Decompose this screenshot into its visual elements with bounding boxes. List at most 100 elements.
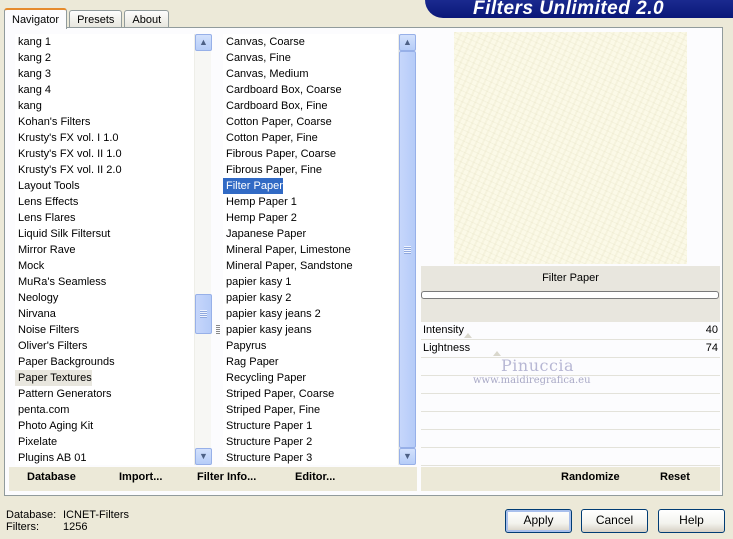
slider-label: Lightness: [423, 342, 471, 354]
list-toolbar: Database Import... Filter Info... Editor…: [9, 467, 417, 491]
slider-empty: [421, 430, 720, 448]
tab-navigator[interactable]: Navigator: [4, 8, 68, 29]
list-item[interactable]: Mirror Rave: [15, 242, 194, 258]
help-button[interactable]: Help: [658, 509, 725, 533]
filter-scroll-thumb[interactable]: [399, 51, 416, 448]
list-item[interactable]: Rag Paper: [223, 354, 398, 370]
list-item[interactable]: Cardboard Box, Coarse: [223, 82, 398, 98]
list-item[interactable]: Striped Paper, Coarse: [223, 386, 398, 402]
list-item[interactable]: Canvas, Fine: [223, 50, 398, 66]
import-button[interactable]: Import...: [119, 471, 162, 483]
list-item[interactable]: Mock: [15, 258, 194, 274]
list-item[interactable]: Nirvana: [15, 306, 194, 322]
category-scroll-up-button[interactable]: ▲: [195, 34, 212, 51]
list-item[interactable]: Cardboard Box, Fine: [223, 98, 398, 114]
list-item-label: Nirvana: [18, 308, 56, 320]
list-item[interactable]: Photo Aging Kit: [15, 418, 194, 434]
list-item[interactable]: Structure Paper 3: [223, 450, 398, 466]
list-item[interactable]: penta.com: [15, 402, 194, 418]
list-item[interactable]: kang 2: [15, 50, 194, 66]
editor-button[interactable]: Editor...: [295, 471, 335, 483]
randomize-button[interactable]: Randomize: [561, 471, 620, 483]
category-list[interactable]: kang 1 kang 2 kang 3 kang 4 kang Kohan's Filt…: [15, 34, 212, 465]
list-item[interactable]: papier kasy jeans 2: [223, 306, 398, 322]
list-item[interactable]: Filter Paper: [223, 178, 398, 194]
database-label: Database:: [6, 509, 57, 521]
tab-about[interactable]: About: [124, 10, 170, 28]
list-item[interactable]: Oliver's Filters: [15, 338, 194, 354]
filter-info-button[interactable]: Filter Info...: [197, 471, 256, 483]
list-item[interactable]: Krusty's FX vol. I 1.0: [15, 130, 194, 146]
list-item[interactable]: kang 3: [15, 66, 194, 82]
chevron-up-icon: ▲: [403, 37, 412, 47]
grip-icon: [200, 310, 207, 318]
list-item[interactable]: Striped Paper, Fine: [223, 402, 398, 418]
list-item[interactable]: Mineral Paper, Sandstone: [223, 258, 398, 274]
list-item-label: kang 3: [18, 68, 52, 80]
cancel-button[interactable]: Cancel: [581, 509, 648, 533]
tab-presets[interactable]: Presets: [69, 10, 123, 28]
list-item[interactable]: kang 4: [15, 82, 194, 98]
list-item[interactable]: Paper Textures: [15, 370, 194, 386]
slider-intensity[interactable]: Intensity 40: [421, 322, 720, 340]
list-item[interactable]: Structure Paper 2: [223, 434, 398, 450]
list-item-label: Layout Tools: [18, 180, 80, 192]
slider-knob[interactable]: [493, 351, 501, 356]
filter-scrollbar[interactable]: ▲ ▼: [398, 34, 416, 465]
list-item[interactable]: Pixelate: [15, 434, 194, 450]
list-item[interactable]: Cotton Paper, Coarse: [223, 114, 398, 130]
list-item[interactable]: Japanese Paper: [223, 226, 398, 242]
list-item[interactable]: Mineral Paper, Limestone: [223, 242, 398, 258]
list-item[interactable]: Krusty's FX vol. II 2.0: [15, 162, 194, 178]
progress-bar: [421, 291, 719, 299]
list-item[interactable]: Lens Flares: [15, 210, 194, 226]
list-item-label: Filter Paper: [223, 178, 283, 194]
list-item[interactable]: Kohan's Filters: [15, 114, 194, 130]
filter-scroll-down-button[interactable]: ▼: [399, 448, 416, 465]
chevron-up-icon: ▲: [199, 37, 208, 47]
apply-button[interactable]: Apply: [505, 509, 572, 533]
list-item[interactable]: Paper Backgrounds: [15, 354, 194, 370]
slider-knob[interactable]: [464, 333, 472, 338]
list-item[interactable]: Liquid Silk Filtersut: [15, 226, 194, 242]
reset-button[interactable]: Reset: [660, 471, 690, 483]
list-item[interactable]: Papyrus: [223, 338, 398, 354]
list-item[interactable]: Pattern Generators: [15, 386, 194, 402]
list-item-label: Fibrous Paper, Coarse: [226, 148, 337, 160]
list-item[interactable]: Structure Paper 1: [223, 418, 398, 434]
list-item[interactable]: Recycling Paper: [223, 370, 398, 386]
list-item[interactable]: Krusty's FX vol. II 1.0: [15, 146, 194, 162]
filter-list[interactable]: Canvas, Coarse Canvas, Fine Canvas, Medium…: [216, 34, 416, 466]
list-item[interactable]: Canvas, Coarse: [223, 34, 398, 50]
filter-scroll-up-button[interactable]: ▲: [399, 34, 416, 51]
list-item[interactable]: Canvas, Medium: [223, 66, 398, 82]
list-item[interactable]: Hemp Paper 1: [223, 194, 398, 210]
category-scroll-down-button[interactable]: ▼: [195, 448, 212, 465]
list-item[interactable]: kang: [15, 98, 194, 114]
list-item[interactable]: Lens Effects: [15, 194, 194, 210]
list-item-label: Liquid Silk Filtersut: [18, 228, 111, 240]
list-item[interactable]: papier kasy jeans: [216, 322, 398, 338]
list-item[interactable]: Noise Filters: [15, 322, 194, 338]
list-item-label: Rag Paper: [226, 356, 279, 368]
list-item[interactable]: Plugins AB 01: [15, 450, 194, 465]
category-scrollbar[interactable]: ▲ ▼: [194, 34, 212, 465]
filter-info-bar: Filter Paper: [421, 266, 720, 322]
list-item[interactable]: Fibrous Paper, Coarse: [223, 146, 398, 162]
list-item[interactable]: papier kasy 2: [223, 290, 398, 306]
list-item[interactable]: papier kasy 1: [223, 274, 398, 290]
list-item[interactable]: kang 1: [15, 34, 194, 50]
database-button[interactable]: Database: [27, 471, 76, 483]
list-item[interactable]: Hemp Paper 2: [223, 210, 398, 226]
list-item-label: kang: [18, 100, 42, 112]
chevron-down-icon: ▼: [403, 451, 412, 461]
list-item-label: Krusty's FX vol. II 2.0: [18, 164, 122, 176]
list-item[interactable]: Cotton Paper, Fine: [223, 130, 398, 146]
category-scroll-thumb[interactable]: [195, 294, 212, 334]
preview-area: [421, 28, 722, 266]
list-item-label: Canvas, Coarse: [226, 36, 305, 48]
list-item[interactable]: MuRa's Seamless: [15, 274, 194, 290]
list-item[interactable]: Layout Tools: [15, 178, 194, 194]
list-item[interactable]: Fibrous Paper, Fine: [223, 162, 398, 178]
list-item[interactable]: Neology: [15, 290, 194, 306]
